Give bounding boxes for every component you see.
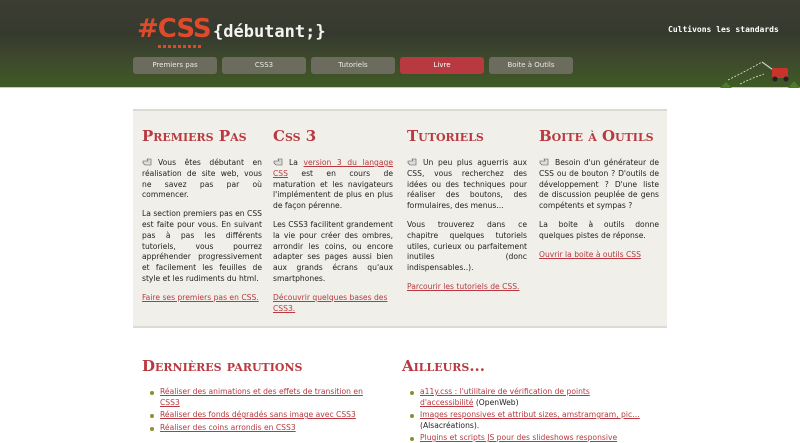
logo-subtitle: {débutant;} [213, 22, 326, 42]
pointing-hand-icon [539, 158, 549, 166]
column-boite-a-outils: Boite à Outils Besoin d'un générateur de… [539, 127, 659, 260]
latest-section: Dernières parutions Réaliser des animati… [142, 357, 382, 435]
tutoriels-link[interactable]: Parcourir les tutoriels de CSS. [407, 282, 527, 293]
column-title: Css 3 [273, 127, 317, 145]
css3-bases-link[interactable]: Découvrir quelques bases des CSS3. [273, 293, 393, 315]
column-paragraph: La section premiers pas en CSS est faite… [142, 209, 262, 283]
site-header: #CSS {débutant;} Cultivons les standards… [0, 0, 800, 88]
lawnmower-illustration [720, 61, 800, 88]
elsewhere-section: Ailleurs... a11y.css : l'utilitaire de v… [402, 357, 642, 443]
column-premiers-pas: Premiers Pas Vous êtes débutant en réali… [142, 127, 262, 304]
column-paragraph: Un peu plus aguerris aux CSS, vous reche… [407, 157, 527, 212]
section-title: Ailleurs... [402, 357, 485, 375]
nav-tutoriels[interactable]: Tutoriels [311, 57, 395, 74]
list-item: Images responsives et attribut sizes, am… [402, 410, 642, 431]
list-item: a11y.css : l'utilitaire de vérification … [402, 387, 642, 408]
logo-title: #CSS [137, 14, 212, 44]
column-css3: Css 3 La version 3 du langage CSS est en… [273, 127, 393, 314]
site-tagline: Cultivons les standards [668, 25, 779, 34]
article-link[interactable]: Réaliser des fonds dégradés sans image a… [160, 410, 356, 419]
column-text: Vous êtes débutant en réalisation de sit… [142, 158, 262, 200]
logo-underline [158, 45, 203, 48]
column-paragraph: La version 3 du langage CSS est en cours… [273, 157, 393, 212]
column-title: Boite à Outils [539, 127, 654, 145]
column-paragraph: Besoin d'un générateur de CSS ou de bout… [539, 157, 659, 212]
pointing-hand-icon [407, 158, 417, 166]
intro-panel: Premiers Pas Vous êtes débutant en réali… [133, 109, 667, 328]
column-text: Un peu plus aguerris aux CSS, vous reche… [407, 158, 527, 211]
premiers-pas-link[interactable]: Faire ses premiers pas en CSS. [142, 293, 262, 304]
article-link[interactable]: Réaliser des coins arrondis en CSS3 [160, 423, 296, 432]
column-text: La [289, 158, 298, 167]
list-item: Réaliser des fonds dégradés sans image a… [142, 410, 382, 421]
latest-list: Réaliser des animations et des effets de… [142, 387, 382, 433]
column-title: Tutoriels [407, 127, 484, 145]
column-paragraph: Les CSS3 facilitent grandement la vie po… [273, 219, 393, 283]
section-title: Dernières parutions [142, 357, 303, 375]
nav-livre[interactable]: Livre [400, 57, 484, 74]
column-paragraph: Vous êtes débutant en réalisation de sit… [142, 157, 262, 201]
article-link[interactable]: Réaliser des animations et des effets de… [160, 387, 363, 407]
link-source: (Alsacréations). [420, 420, 480, 430]
column-text: Besoin d'un générateur de CSS ou de bout… [539, 158, 659, 211]
boite-a-outils-link[interactable]: Ouvrir la boite à outils CSS [539, 250, 659, 261]
column-title: Premiers Pas [142, 127, 247, 145]
list-item: Réaliser des coins arrondis en CSS3 [142, 423, 382, 434]
list-item: Réaliser des animations et des effets de… [142, 387, 382, 408]
nav-premiers-pas[interactable]: Premiers pas [133, 57, 217, 74]
external-link[interactable]: Plugins et scripts JS pour des slideshow… [420, 433, 617, 442]
nav-css3[interactable]: CSS3 [222, 57, 306, 74]
column-tutoriels: Tutoriels Un peu plus aguerris aux CSS, … [407, 127, 527, 293]
pointing-hand-icon [273, 158, 283, 166]
list-item: Plugins et scripts JS pour des slideshow… [402, 433, 642, 443]
elsewhere-list: a11y.css : l'utilitaire de vérification … [402, 387, 642, 443]
external-link[interactable]: Images responsives et attribut sizes, am… [420, 410, 640, 419]
pointing-hand-icon [142, 158, 152, 166]
column-paragraph: La boite à outils donne quelques pistes … [539, 219, 659, 240]
nav-boite-a-outils[interactable]: Boite à Outils [489, 57, 573, 74]
column-paragraph: Vous trouverez dans ce chapitre quelques… [407, 219, 527, 273]
link-source: (OpenWeb) [475, 397, 519, 407]
column-text: est en cours de maturation et les naviga… [273, 168, 393, 211]
